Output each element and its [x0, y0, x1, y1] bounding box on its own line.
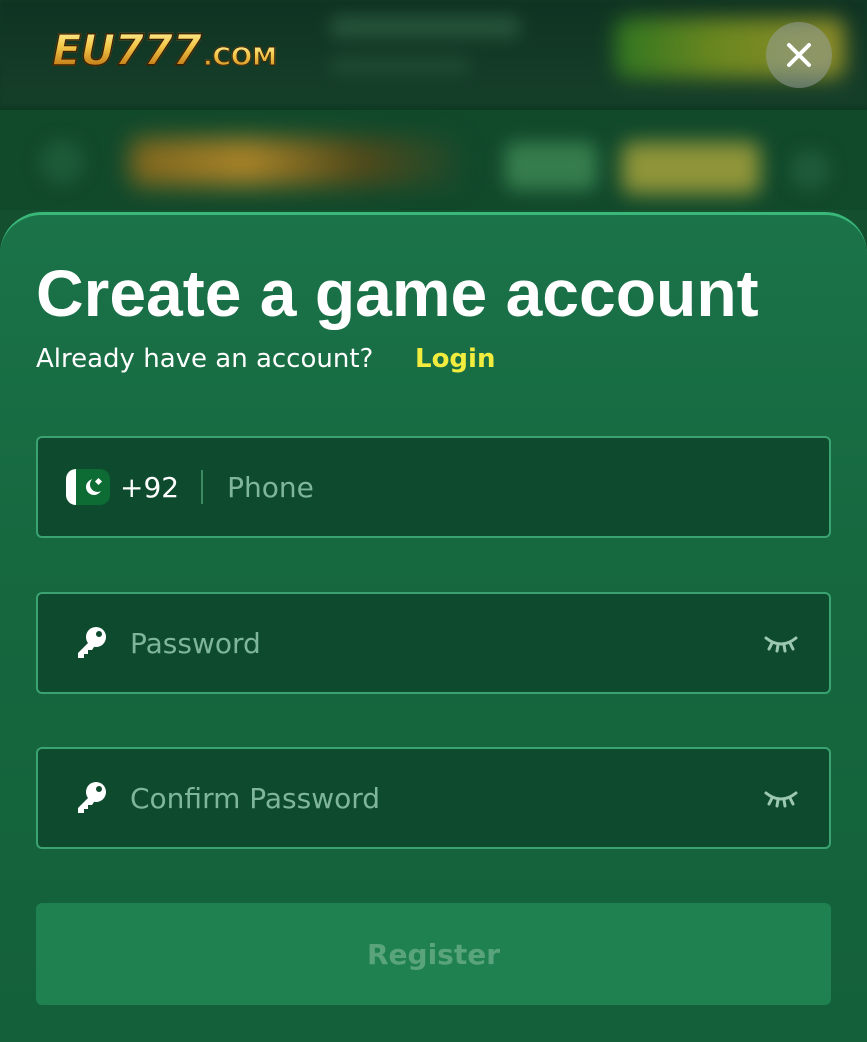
- pakistan-flag-icon[interactable]: [66, 469, 110, 505]
- key-icon: [78, 782, 106, 813]
- login-prompt: Already have an account?: [36, 344, 374, 374]
- country-code[interactable]: +92: [120, 471, 179, 504]
- password-field: [36, 592, 831, 694]
- field-divider: [201, 470, 204, 504]
- confirm-password-input[interactable]: [130, 768, 763, 828]
- background-logo: [130, 138, 460, 186]
- brand-name: EU777: [51, 25, 203, 77]
- register-button[interactable]: Register: [36, 903, 831, 1005]
- eye-closed-icon[interactable]: [763, 632, 799, 654]
- login-link[interactable]: Login: [415, 341, 495, 377]
- background-more-icon: [790, 150, 830, 190]
- close-icon: [787, 43, 811, 67]
- close-button[interactable]: [766, 22, 832, 88]
- background-header: [0, 110, 867, 210]
- modal-title: Create a game account: [36, 256, 759, 330]
- key-icon: [78, 627, 106, 658]
- confirm-password-field: [36, 747, 831, 849]
- eye-closed-icon[interactable]: [763, 787, 799, 809]
- background-register-button: [622, 142, 760, 194]
- phone-input[interactable]: [227, 457, 829, 517]
- background-login-button: [505, 142, 597, 190]
- brand-suffix: .COM: [203, 42, 278, 72]
- background-menu-icon: [40, 140, 84, 184]
- phone-field: +92: [36, 436, 831, 538]
- register-modal: Create a game account Already have an ac…: [0, 212, 867, 1042]
- password-input[interactable]: [130, 613, 763, 673]
- brand-logo: EU777 .COM: [51, 25, 278, 86]
